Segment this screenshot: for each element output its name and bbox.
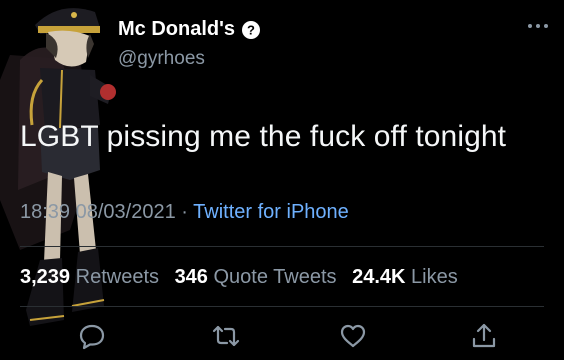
retweet-icon[interactable] <box>212 322 240 350</box>
retweets-label: Retweets <box>75 266 159 288</box>
tweet-meta: 18:39 08/03/2021 · Twitter for iPhone <box>20 201 349 224</box>
likes-count: 24.4K <box>352 266 406 288</box>
engagement-stats: 3,239 Retweets 346 Quote Tweets 24.4K Li… <box>20 266 458 289</box>
quote-tweets-label: Quote Tweets <box>213 266 337 288</box>
likes-label: Likes <box>411 266 458 288</box>
tweet-actions-bar <box>0 322 564 358</box>
share-icon[interactable] <box>470 322 498 350</box>
retweets-count: 3,239 <box>20 266 71 288</box>
verified-badge-icon: ? <box>242 20 260 39</box>
quote-tweets-stat[interactable]: 346 Quote Tweets <box>175 266 337 288</box>
author-name[interactable]: Mc Donald's ? <box>118 18 261 41</box>
divider <box>20 246 544 247</box>
meta-separator: · <box>181 201 188 223</box>
quote-tweets-count: 346 <box>174 266 208 288</box>
tweet-card: Mc Donald's ? @gyrhoes LGBT pissing me t… <box>0 0 564 360</box>
heart-icon[interactable] <box>339 322 367 350</box>
tweet-text: LGBT pissing me the fuck off tonight <box>20 120 507 153</box>
tweet-source-link[interactable]: Twitter for iPhone <box>193 201 349 223</box>
more-dots-icon[interactable] <box>526 20 550 32</box>
author-name-text[interactable]: Mc Donald's <box>118 18 235 41</box>
divider <box>20 306 544 307</box>
tweet-date: 08/03/2021 <box>75 201 176 223</box>
likes-stat[interactable]: 24.4K Likes <box>352 266 458 288</box>
tweet-time: 18:39 <box>20 201 71 223</box>
retweets-stat[interactable]: 3,239 Retweets <box>20 266 159 288</box>
reply-icon[interactable] <box>78 322 106 350</box>
svg-text:?: ? <box>247 22 255 37</box>
author-handle[interactable]: @gyrhoes <box>118 48 205 70</box>
